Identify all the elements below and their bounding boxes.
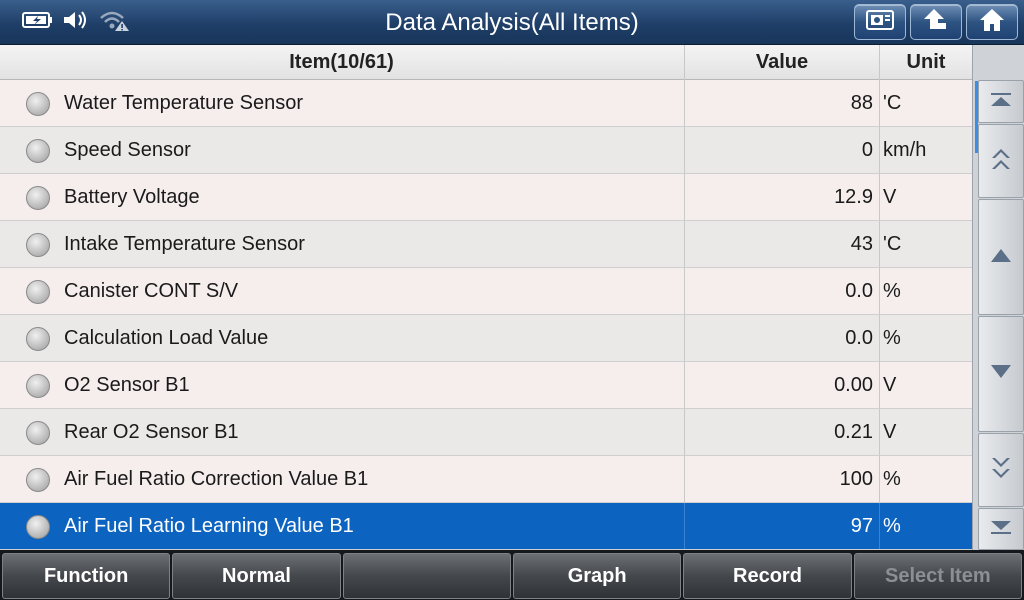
table-row[interactable]: Canister CONT S/V 0.0 % — [0, 268, 972, 315]
scroll-top-icon — [989, 92, 1013, 112]
scroll-bottom-icon — [989, 519, 1013, 539]
row-value: 88 — [684, 80, 879, 126]
table-row[interactable]: Rear O2 Sensor B1 0.21 V — [0, 409, 972, 456]
row-item-name: Air Fuel Ratio Learning Value B1 — [64, 515, 354, 537]
normal-button[interactable]: Normal — [172, 553, 341, 599]
line-down-icon — [989, 364, 1013, 384]
row-value: 0.21 — [684, 409, 879, 455]
back-button[interactable] — [910, 4, 962, 40]
row-radio-icon[interactable] — [26, 327, 50, 351]
data-table: Item(10/61) Value Unit Water Temperature… — [0, 45, 972, 550]
page-up-button[interactable] — [978, 124, 1024, 198]
row-radio-icon[interactable] — [26, 468, 50, 492]
row-value: 100 — [684, 456, 879, 502]
line-up-icon — [989, 247, 1013, 267]
record-button[interactable]: Record — [683, 553, 852, 599]
row-unit: % — [879, 315, 972, 361]
back-icon — [922, 7, 950, 37]
home-button[interactable] — [966, 4, 1018, 40]
row-unit: 'C — [879, 80, 972, 126]
row-radio-icon[interactable] — [26, 515, 50, 539]
column-header-unit: Unit — [879, 45, 972, 80]
page-up-icon — [989, 146, 1013, 176]
table-row[interactable]: Air Fuel Ratio Correction Value B1 100 % — [0, 456, 972, 503]
row-item-name: Speed Sensor — [64, 139, 191, 161]
home-icon — [978, 7, 1006, 37]
row-unit: % — [879, 268, 972, 314]
row-item-name: O2 Sensor B1 — [64, 374, 190, 396]
function-button[interactable]: Function — [2, 553, 171, 599]
line-up-button[interactable] — [978, 199, 1024, 315]
row-unit: % — [879, 503, 972, 549]
table-row[interactable]: Battery Voltage 12.9 V — [0, 174, 972, 221]
column-header-item[interactable]: Item(10/61) — [0, 45, 683, 80]
scroll-bottom-button[interactable] — [978, 508, 1024, 550]
table-row-selected[interactable]: Air Fuel Ratio Learning Value B1 97 % — [0, 503, 972, 550]
row-radio-icon[interactable] — [26, 280, 50, 304]
row-unit: % — [879, 456, 972, 502]
row-value: 97 — [684, 503, 879, 549]
row-item-name: Air Fuel Ratio Correction Value B1 — [64, 468, 369, 490]
row-radio-icon[interactable] — [26, 421, 50, 445]
table-row[interactable]: Intake Temperature Sensor 43 'C — [0, 221, 972, 268]
line-down-button[interactable] — [978, 316, 1024, 432]
table-row[interactable]: Calculation Load Value 0.0 % — [0, 315, 972, 362]
table-row[interactable]: Speed Sensor 0 km/h — [0, 127, 972, 174]
row-unit: V — [879, 362, 972, 408]
column-header-value: Value — [684, 45, 879, 80]
page-down-icon — [989, 455, 1013, 485]
row-radio-icon[interactable] — [26, 374, 50, 398]
row-radio-icon[interactable] — [26, 233, 50, 257]
row-value: 0.00 — [684, 362, 879, 408]
row-item-name: Battery Voltage — [64, 186, 200, 208]
function-bar: Function Normal Graph Record Select Item — [0, 550, 1024, 600]
row-item-name: Canister CONT S/V — [64, 280, 239, 302]
table-body: Water Temperature Sensor 88 'C Speed Sen… — [0, 80, 972, 550]
row-item-name: Calculation Load Value — [64, 327, 269, 349]
nav-buttons — [854, 4, 1018, 40]
row-item-name: Rear O2 Sensor B1 — [64, 421, 239, 443]
row-item-name: Water Temperature Sensor — [64, 92, 303, 114]
row-item-name: Intake Temperature Sensor — [64, 233, 305, 255]
row-unit: V — [879, 409, 972, 455]
row-value: 12.9 — [684, 174, 879, 220]
row-value: 0 — [684, 127, 879, 173]
row-value: 0.0 — [684, 268, 879, 314]
row-radio-icon[interactable] — [26, 139, 50, 163]
row-radio-icon[interactable] — [26, 92, 50, 116]
row-unit: 'C — [879, 221, 972, 267]
table-row[interactable]: Water Temperature Sensor 88 'C — [0, 80, 972, 127]
row-value: 43 — [684, 221, 879, 267]
row-unit: km/h — [879, 127, 972, 173]
row-radio-icon[interactable] — [26, 186, 50, 210]
screenshot-icon — [865, 9, 895, 35]
row-unit: V — [879, 174, 972, 220]
select-item-button[interactable]: Select Item — [853, 553, 1022, 599]
title-bar: Data Analysis(All Items) — [0, 0, 1024, 45]
scroll-top-button[interactable] — [978, 80, 1024, 123]
empty-button[interactable] — [342, 553, 511, 599]
table-row[interactable]: O2 Sensor B1 0.00 V — [0, 362, 972, 409]
row-value: 0.0 — [684, 315, 879, 361]
graph-button[interactable]: Graph — [512, 553, 682, 599]
page-down-button[interactable] — [978, 433, 1024, 507]
table-header: Item(10/61) Value Unit — [0, 45, 972, 80]
screenshot-button[interactable] — [854, 4, 906, 40]
